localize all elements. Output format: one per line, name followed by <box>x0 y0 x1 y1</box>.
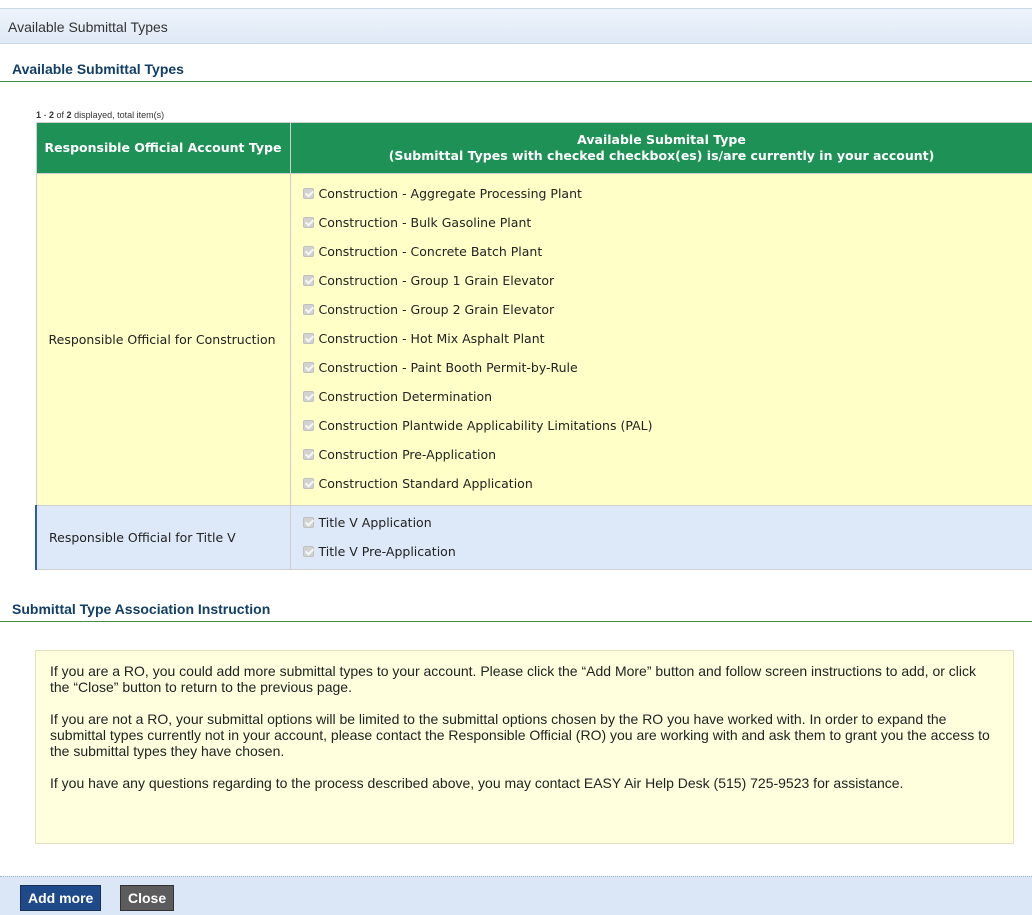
close-button[interactable]: Close <box>120 885 175 911</box>
submittal-type-item: Construction - Group 2 Grain Elevator <box>302 295 1021 324</box>
submittal-type-item: Construction - Aggregate Processing Plan… <box>302 179 1021 208</box>
column-header-line2: (Submittal Types with checked checkbox(e… <box>388 148 935 163</box>
checkbox-icon <box>302 478 314 489</box>
submittal-type-label: Construction Standard Application <box>318 476 533 491</box>
checkbox-icon <box>302 517 314 528</box>
submittal-type-item: Construction - Bulk Gasoline Plant <box>302 208 1021 237</box>
account-type-cell: Responsible Official for Title V <box>35 505 291 570</box>
checkbox-icon <box>302 246 314 257</box>
checkbox-icon <box>302 420 314 431</box>
submittal-type-label: Construction - Paint Booth Permit-by-Rul… <box>318 360 578 375</box>
submittal-type-label: Construction - Hot Mix Asphalt Plant <box>318 331 545 346</box>
submittal-types-cell: Title V Application Title V Pre-Applicat… <box>289 505 1032 570</box>
submittal-type-item: Title V Pre-Application <box>302 537 1021 566</box>
submittal-type-label: Title V Application <box>318 515 432 530</box>
submittal-type-item: Construction Pre-Application <box>302 440 1021 469</box>
submittal-type-label: Construction - Group 1 Grain Elevator <box>318 273 555 288</box>
checkbox-icon <box>302 275 314 286</box>
window-title: Available Submittal Types <box>8 19 168 35</box>
pager-sep: - <box>41 110 50 120</box>
table-header-row: Responsible Official Account Type Availa… <box>35 122 1032 174</box>
submittal-type-item: Construction - Concrete Batch Plant <box>302 237 1021 266</box>
checkbox-icon <box>302 449 314 460</box>
account-type-cell: Responsible Official for Construction <box>35 173 291 506</box>
section-header-instructions: Submittal Type Association Instruction <box>0 598 1032 622</box>
section-header-available-types: Available Submittal Types <box>0 58 1032 82</box>
submittal-type-label: Construction - Group 2 Grain Elevator <box>318 302 555 317</box>
instruction-paragraph: If you are a RO, you could add more subm… <box>50 663 977 695</box>
submittal-types-cell: Construction - Aggregate Processing Plan… <box>289 173 1032 506</box>
submittal-type-label: Construction - Bulk Gasoline Plant <box>318 215 532 230</box>
checkbox-icon <box>302 333 314 344</box>
instruction-paragraph: If you have any questions regarding to t… <box>50 775 904 791</box>
checkbox-icon <box>302 546 314 557</box>
section-title: Available Submittal Types <box>12 61 184 77</box>
pager-of: of <box>54 110 67 120</box>
pager-info: 1 - 2 of 2 displayed, total item(s) <box>36 110 164 120</box>
table-row: Responsible Official for Construction Co… <box>35 173 1032 506</box>
submittal-type-label: Construction - Concrete Batch Plant <box>318 244 543 259</box>
table-row: Responsible Official for Title V Title V… <box>35 505 1032 570</box>
submittal-type-label: Construction Plantwide Applicability Lim… <box>318 418 653 433</box>
checkbox-icon <box>302 304 314 315</box>
checkbox-icon <box>302 391 314 402</box>
checkbox-icon <box>302 362 314 373</box>
submittal-type-label: Construction Determination <box>318 389 493 404</box>
submittal-type-item: Construction Determination <box>302 382 1021 411</box>
submittal-type-item: Title V Application <box>302 508 1021 537</box>
submittal-type-item: Construction - Group 1 Grain Elevator <box>302 266 1021 295</box>
instruction-box: If you are a RO, you could add more subm… <box>35 650 1014 844</box>
submittal-type-label: Construction Pre-Application <box>318 447 497 462</box>
submittal-type-item: Construction - Hot Mix Asphalt Plant <box>302 324 1021 353</box>
submittal-type-item: Construction - Paint Booth Permit-by-Rul… <box>302 353 1021 382</box>
pager-suffix: displayed, total item(s) <box>71 110 165 120</box>
submittal-type-label: Construction - Aggregate Processing Plan… <box>318 186 582 201</box>
submittal-type-item: Construction Standard Application <box>302 469 1021 498</box>
section-title: Submittal Type Association Instruction <box>12 601 271 617</box>
submittal-types-table: Responsible Official Account Type Availa… <box>35 122 1032 570</box>
window-title-bar: Available Submittal Types <box>0 8 1032 44</box>
column-header-line1: Available Submital Type <box>577 132 746 147</box>
column-header-submittal-type: Available Submital Type (Submittal Types… <box>289 122 1032 174</box>
instruction-paragraph: If you are not a RO, your submittal opti… <box>50 711 990 759</box>
bottom-button-bar: Add more Close <box>0 876 1032 915</box>
add-more-button[interactable]: Add more <box>20 885 102 911</box>
checkbox-icon <box>302 217 314 228</box>
checkbox-icon <box>302 188 314 199</box>
submittal-type-item: Construction Plantwide Applicability Lim… <box>302 411 1021 440</box>
submittal-type-label: Title V Pre-Application <box>318 544 456 559</box>
column-header-account-type: Responsible Official Account Type <box>35 122 291 174</box>
